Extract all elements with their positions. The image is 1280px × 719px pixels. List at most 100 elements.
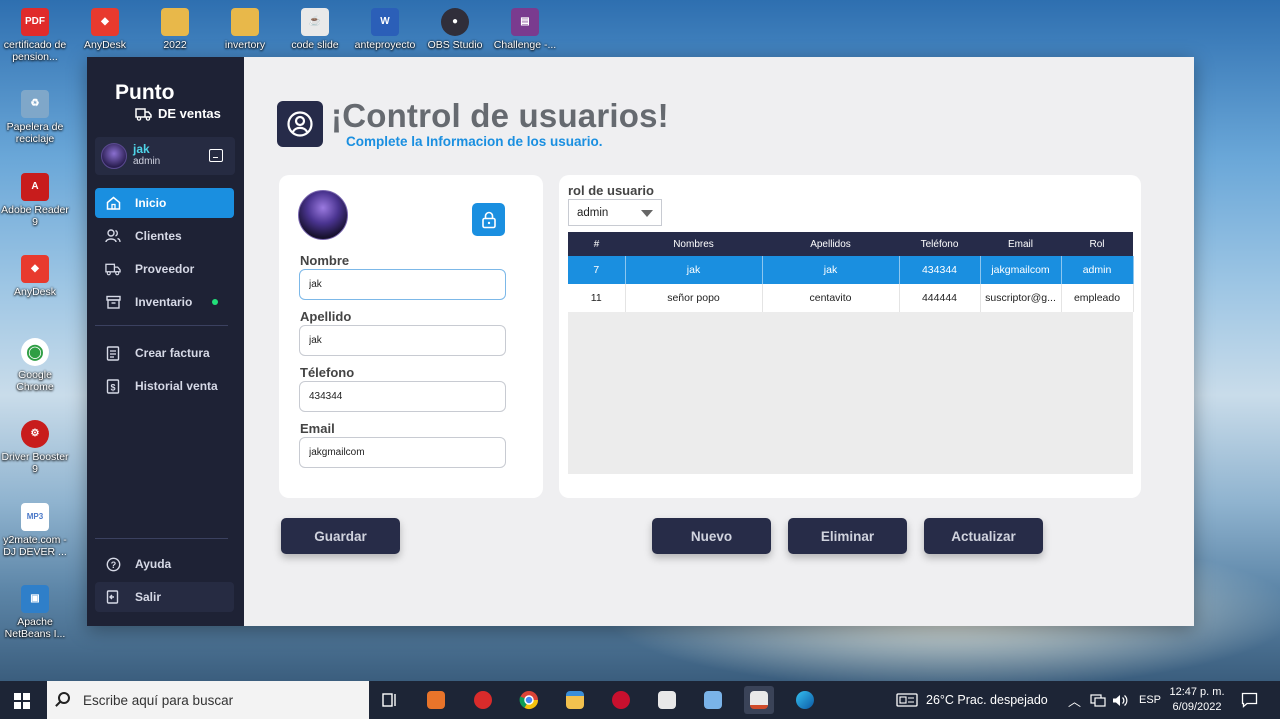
role-label: rol de usuario	[568, 183, 654, 198]
apellido-field[interactable]	[299, 325, 506, 356]
sidebar-item-label: Proveedor	[135, 262, 195, 276]
desktop-icon-pdf[interactable]: PDF certificado de pension...	[0, 8, 70, 63]
desktop-icon-anydesk[interactable]: ◆ AnyDesk	[70, 8, 140, 51]
telefono-field[interactable]	[299, 381, 506, 412]
home-icon	[104, 196, 122, 210]
user-role: admin	[133, 156, 161, 167]
file-explorer-icon[interactable]	[560, 686, 590, 714]
users-table-panel: rol de usuario admin # Nombres Apellidos…	[559, 175, 1141, 498]
sidebar-item-label: Inventario	[135, 295, 193, 309]
desktop-icon-label: OBS Studio	[427, 39, 483, 51]
desktop-icon-adobe-reader[interactable]: A Adobe Reader 9	[0, 173, 70, 228]
folder-icon	[231, 8, 259, 36]
desktop-icon-folder-invertory[interactable]: invertory	[210, 8, 280, 51]
avatar	[101, 143, 127, 169]
desktop-icon-obs[interactable]: ● OBS Studio	[420, 8, 490, 51]
desktop-icon-recycle-bin[interactable]: ♻ Papelera de reciclaje	[0, 90, 70, 145]
desktop-icon-mp3[interactable]: MP3 y2mate.com - DJ DEVER ...	[0, 503, 70, 558]
table-cell: jakgmailcom	[980, 256, 1062, 284]
chrome-icon[interactable]	[514, 686, 544, 714]
column-header[interactable]: Apellidos	[762, 232, 899, 256]
desktop-icon-label: Adobe Reader 9	[1, 204, 69, 228]
sidebar-item-inicio[interactable]: Inicio	[95, 188, 234, 218]
role-select[interactable]: admin	[568, 199, 662, 226]
user-card[interactable]: jak admin	[95, 137, 235, 175]
twitch-icon[interactable]	[652, 686, 682, 714]
save-button[interactable]: Guardar	[281, 518, 400, 554]
sidebar-item-proveedor[interactable]: Proveedor	[95, 254, 234, 284]
table-row[interactable]: 7 jak jak 434344 jakgmailcom admin	[568, 256, 1134, 284]
nombre-field[interactable]	[299, 269, 506, 300]
sidebar-item-crear-factura[interactable]: Crear factura	[95, 338, 234, 368]
user-profile-icon[interactable]	[209, 149, 223, 162]
column-header[interactable]: Teléfono	[899, 232, 980, 256]
telefono-label: Télefono	[300, 365, 355, 380]
sidebar-item-salir[interactable]: Salir	[95, 582, 234, 612]
anydesk-icon: ◆	[21, 255, 49, 283]
sidebar-item-clientes[interactable]: Clientes	[95, 221, 234, 251]
sidebar-item-ayuda[interactable]: ? Ayuda	[95, 549, 234, 579]
desktop-icon-netbeans[interactable]: ▣ Apache NetBeans I...	[0, 585, 70, 640]
sidebar-item-label: Crear factura	[135, 346, 210, 360]
desktop-icon-anydesk-2[interactable]: ◆ AnyDesk	[0, 255, 70, 298]
anydesk-icon: ◆	[91, 8, 119, 36]
table-cell: 444444	[899, 284, 981, 312]
desktop-icon-folder-2022[interactable]: 2022	[140, 8, 210, 51]
desktop-icon-label: anteproyecto	[354, 39, 416, 51]
new-button[interactable]: Nuevo	[652, 518, 771, 554]
column-header[interactable]: Rol	[1061, 232, 1133, 256]
desktop-icon-driver-booster[interactable]: ⚙ Driver Booster 9	[0, 420, 70, 475]
desktop-icon-chrome[interactable]: ◉ Google Chrome	[0, 338, 70, 393]
logout-icon	[104, 590, 122, 604]
driver-booster-taskbar-icon[interactable]	[468, 686, 498, 714]
weather-widget[interactable]: 26°C Prac. despejado	[896, 681, 1048, 719]
desktop-icon-label: AnyDesk	[83, 39, 126, 51]
driver-booster-icon: ⚙	[21, 420, 49, 448]
search-input[interactable]: Escribe aquí para buscar	[83, 693, 233, 708]
users-table: # Nombres Apellidos Teléfono Email Rol 7…	[568, 232, 1134, 474]
column-header[interactable]: Nombres	[625, 232, 762, 256]
task-view-icon[interactable]	[375, 686, 405, 714]
lock-button[interactable]	[472, 203, 505, 236]
obs-taskbar-icon[interactable]	[606, 686, 636, 714]
user-name: jak	[133, 142, 150, 156]
weather-icon	[896, 693, 918, 707]
email-label: Email	[300, 421, 335, 436]
desktop-icon-anteproyecto[interactable]: W anteproyecto	[350, 8, 420, 51]
desktop-icon-challenge[interactable]: ▤ Challenge -...	[490, 8, 560, 51]
brand-subtitle-text: DE ventas	[158, 106, 221, 121]
nombre-label: Nombre	[300, 253, 350, 268]
netbeans-icon: ▣	[21, 585, 49, 613]
media-player-icon[interactable]	[421, 686, 451, 714]
table-cell: suscriptor@g...	[980, 284, 1062, 312]
network-icon[interactable]	[1090, 681, 1106, 719]
help-circle-icon: ?	[104, 557, 122, 571]
virtualbox-icon[interactable]	[698, 686, 728, 714]
column-header[interactable]: #	[568, 232, 625, 256]
search-icon	[58, 692, 70, 704]
weather-text: 26°C Prac. despejado	[926, 693, 1048, 707]
sidebar-item-inventario[interactable]: Inventario	[95, 287, 234, 317]
invoice-icon	[104, 345, 122, 361]
table-row[interactable]: 11 señor popo centavito 444444 suscripto…	[568, 284, 1134, 312]
column-header[interactable]: Email	[980, 232, 1061, 256]
windows-start-icon[interactable]	[14, 693, 30, 709]
java-app-icon[interactable]	[744, 686, 774, 714]
update-button[interactable]: Actualizar	[924, 518, 1043, 554]
sidebar-divider	[95, 325, 228, 326]
email-field[interactable]	[299, 437, 506, 468]
volume-icon[interactable]	[1112, 681, 1128, 719]
clock-date: 6/09/2022	[1172, 701, 1222, 713]
edge-icon[interactable]	[790, 686, 820, 714]
tray-chevron-up-icon[interactable]: ︿	[1068, 681, 1081, 719]
taskbar-search[interactable]: Escribe aquí para buscar	[47, 681, 369, 719]
chevron-down-icon	[641, 210, 653, 217]
desktop-icon-code-slide[interactable]: ☕ code slide	[280, 8, 350, 51]
archive-icon	[104, 295, 122, 309]
notifications-icon[interactable]	[1241, 681, 1258, 719]
language-indicator[interactable]: ESP	[1139, 681, 1161, 719]
taskbar-clock[interactable]: 12:47 p. m. 6/09/2022	[1161, 685, 1233, 715]
sidebar-item-historial-venta[interactable]: $ Historial venta	[95, 371, 234, 401]
delete-button[interactable]: Eliminar	[788, 518, 907, 554]
desktop-icon-label: Driver Booster 9	[1, 451, 69, 475]
